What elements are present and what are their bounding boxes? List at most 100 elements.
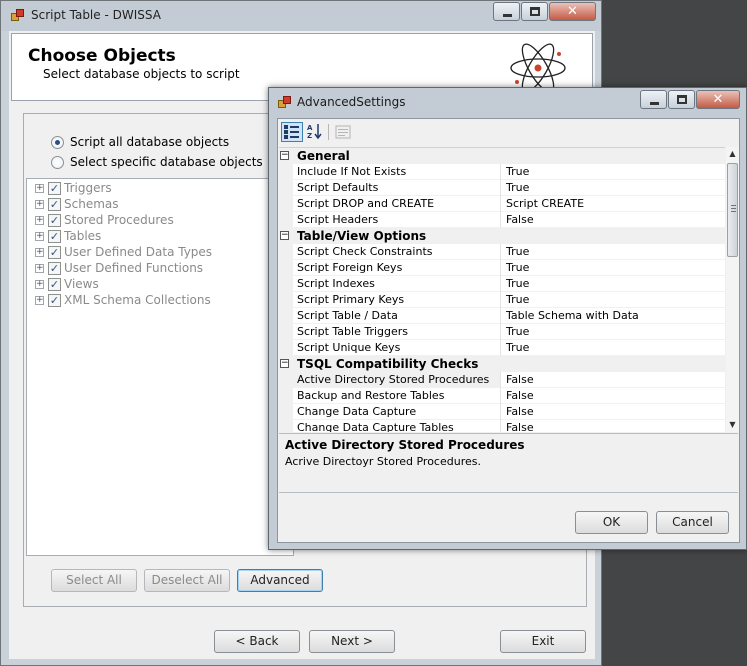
maximize-icon [529, 7, 540, 16]
property-value[interactable]: False [501, 372, 725, 388]
tree-item-label: Triggers [64, 181, 112, 195]
categorized-view-icon[interactable] [281, 122, 303, 142]
property-name: Script Primary Keys [293, 292, 501, 308]
close-button[interactable]: ✕ [696, 90, 740, 109]
checkbox-xml-schema-collections[interactable]: ✓ [48, 294, 61, 307]
category-general[interactable]: − General [279, 148, 725, 164]
property-row[interactable]: Script Table Triggers True [279, 324, 725, 340]
radio-button-selected[interactable] [51, 136, 64, 149]
property-name: Script Check Constraints [293, 244, 501, 260]
expand-plus-icon[interactable]: + [35, 200, 44, 209]
page-subtitle: Select database objects to script [43, 67, 240, 81]
property-name: Change Data Capture [293, 404, 501, 420]
property-row[interactable]: Script DROP and CREATE Script CREATE [279, 196, 725, 212]
property-value[interactable]: True [501, 180, 725, 196]
property-value[interactable]: False [501, 212, 725, 228]
property-value[interactable]: True [501, 164, 725, 180]
expand-plus-icon[interactable]: + [35, 264, 44, 273]
property-value[interactable]: True [501, 260, 725, 276]
property-value[interactable]: True [501, 292, 725, 308]
tree-item-label: Tables [64, 229, 102, 243]
app-icon [278, 96, 292, 110]
close-button[interactable]: ✕ [549, 2, 596, 21]
tree-item-label: XML Schema Collections [64, 293, 211, 307]
property-name: Script DROP and CREATE [293, 196, 501, 212]
radio-select-specific-label: Select specific database objects [70, 155, 263, 169]
help-title: Active Directory Stored Procedures [285, 438, 525, 452]
property-row[interactable]: Script Headers False [279, 212, 725, 228]
category-label: Table/View Options [297, 229, 427, 243]
ok-button[interactable]: OK [575, 511, 648, 534]
checkbox-user-defined-data-types[interactable]: ✓ [48, 246, 61, 259]
property-grid-scrollbar[interactable]: ▲ ▼ [726, 147, 739, 432]
property-name: Script Unique Keys [293, 340, 501, 356]
checkbox-schemas[interactable]: ✓ [48, 198, 61, 211]
category-table-view-options[interactable]: − Table/View Options [279, 228, 725, 244]
expand-plus-icon[interactable]: + [35, 184, 44, 193]
property-value[interactable]: True [501, 276, 725, 292]
exit-button[interactable]: Exit [500, 630, 586, 653]
property-grid: − General Include If Not Exists True Scr… [279, 147, 725, 432]
next-button[interactable]: Next > [309, 630, 395, 653]
property-row[interactable]: Script Primary Keys True [279, 292, 725, 308]
select-all-button[interactable]: Select All [51, 569, 137, 592]
property-value[interactable]: False [501, 388, 725, 404]
minimize-button[interactable] [640, 90, 667, 109]
property-value[interactable]: True [501, 244, 725, 260]
checkbox-views[interactable]: ✓ [48, 278, 61, 291]
property-value[interactable]: False [501, 404, 725, 420]
radio-button-unselected[interactable] [51, 156, 64, 169]
checkbox-tables[interactable]: ✓ [48, 230, 61, 243]
expand-plus-icon[interactable]: + [35, 216, 44, 225]
property-value[interactable]: True [501, 340, 725, 356]
scrollbar-thumb[interactable] [727, 163, 738, 257]
collapse-minus-icon[interactable]: − [280, 231, 289, 240]
scroll-down-arrow-icon[interactable]: ▼ [726, 418, 739, 432]
cancel-button[interactable]: Cancel [656, 511, 729, 534]
property-value[interactable]: False [501, 420, 725, 432]
property-row[interactable]: Change Data Capture False [279, 404, 725, 420]
property-help-pane: Active Directory Stored Procedures Acriv… [279, 433, 738, 493]
property-row[interactable]: Script Check Constraints True [279, 244, 725, 260]
maximize-button[interactable] [668, 90, 695, 109]
category-tsql-compatibility-checks[interactable]: − TSQL Compatibility Checks [279, 356, 725, 372]
property-value[interactable]: Table Schema with Data [501, 308, 725, 324]
advanced-client-area: A Z − General Include If Not Exists True… [277, 118, 740, 543]
property-row[interactable]: Script Unique Keys True [279, 340, 725, 356]
collapse-minus-icon[interactable]: − [280, 151, 289, 160]
property-row[interactable]: Script Indexes True [279, 276, 725, 292]
property-row[interactable]: Script Defaults True [279, 180, 725, 196]
advanced-settings-window: AdvancedSettings ✕ A Z − General Include… [268, 87, 747, 550]
checkbox-triggers[interactable]: ✓ [48, 182, 61, 195]
checkbox-user-defined-functions[interactable]: ✓ [48, 262, 61, 275]
advanced-window-title: AdvancedSettings [297, 95, 406, 109]
scroll-up-arrow-icon[interactable]: ▲ [726, 147, 739, 161]
checkbox-stored-procedures[interactable]: ✓ [48, 214, 61, 227]
property-row[interactable]: Backup and Restore Tables False [279, 388, 725, 404]
expand-plus-icon[interactable]: + [35, 296, 44, 305]
expand-plus-icon[interactable]: + [35, 248, 44, 257]
alphabetical-sort-icon[interactable]: A Z [304, 122, 326, 142]
property-row[interactable]: Include If Not Exists True [279, 164, 725, 180]
tree-item-label: User Defined Functions [64, 261, 204, 275]
advanced-button[interactable]: Advanced [237, 569, 323, 592]
property-row-selected[interactable]: Active Directory Stored Procedures False [279, 372, 725, 388]
expand-plus-icon[interactable]: + [35, 232, 44, 241]
close-icon: ✕ [567, 4, 578, 19]
property-pages-icon[interactable] [332, 122, 354, 142]
back-button[interactable]: < Back [214, 630, 300, 653]
maximize-button[interactable] [521, 2, 548, 21]
property-row[interactable]: Script Foreign Keys True [279, 260, 725, 276]
expand-plus-icon[interactable]: + [35, 280, 44, 289]
collapse-minus-icon[interactable]: − [280, 359, 289, 368]
category-label: TSQL Compatibility Checks [297, 357, 479, 371]
property-row[interactable]: Change Data Capture Tables False [279, 420, 725, 432]
property-row[interactable]: Script Table / Data Table Schema with Da… [279, 308, 725, 324]
property-value[interactable]: Script CREATE [501, 196, 725, 212]
tree-item-label: Views [64, 277, 99, 291]
property-name: Script Defaults [293, 180, 501, 196]
deselect-all-button[interactable]: Deselect All [144, 569, 230, 592]
property-value[interactable]: True [501, 324, 725, 340]
tree-item-label: Schemas [64, 197, 119, 211]
minimize-button[interactable] [493, 2, 520, 21]
